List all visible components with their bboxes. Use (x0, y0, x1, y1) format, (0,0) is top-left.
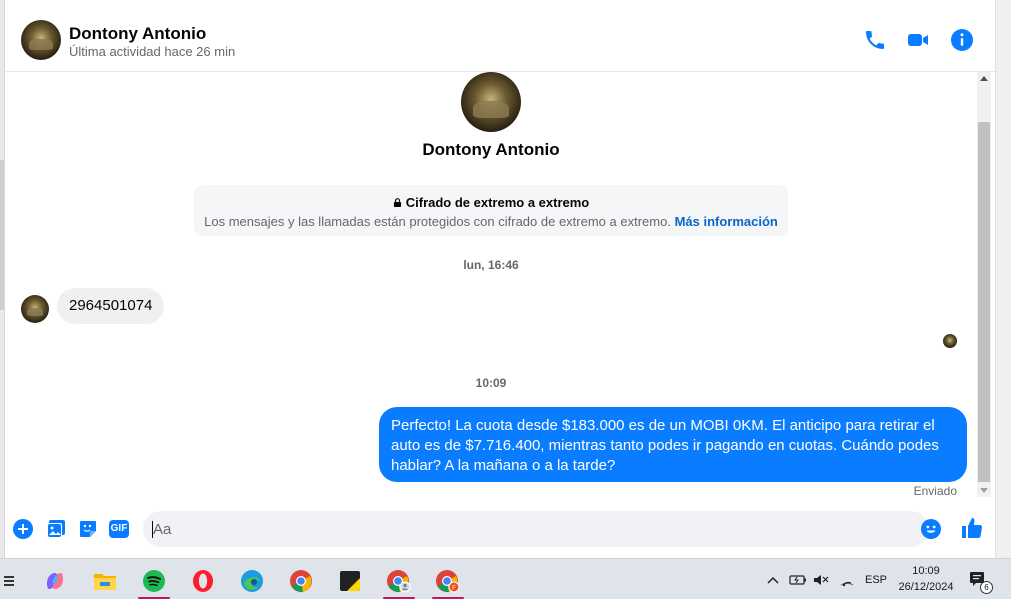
incoming-message[interactable]: 2964501074 (57, 288, 165, 324)
messenger-window: Dontony Antonio Última actividad hace 26… (0, 0, 1011, 599)
battery-icon[interactable] (789, 559, 807, 599)
chrome-icon[interactable] (281, 563, 321, 599)
profile-avatar[interactable] (461, 72, 521, 132)
conversation-header: Dontony Antonio Última actividad hace 26… (6, 8, 995, 72)
left-scroll-thumb[interactable] (0, 160, 4, 310)
chrome-profile-2-icon[interactable]: F (428, 563, 468, 599)
windows-taskbar: F ESP 10:09 26/12/2024 6 (0, 558, 1011, 599)
show-hidden-icons-icon[interactable] (766, 559, 780, 599)
sticky-notes-icon[interactable] (330, 563, 370, 599)
encryption-description-text: Los mensajes y las llamadas están proteg… (204, 214, 671, 229)
task-view-icon[interactable] (0, 563, 30, 599)
profile-name[interactable]: Dontony Antonio (6, 140, 976, 160)
scroll-down-arrow-icon[interactable] (980, 488, 988, 493)
message-input[interactable] (143, 511, 929, 547)
header-avatar[interactable] (21, 20, 61, 60)
phone-icon[interactable] (863, 28, 887, 52)
volume-muted-icon[interactable] (813, 559, 829, 599)
scroll-up-arrow-icon[interactable] (980, 76, 988, 81)
video-icon[interactable] (906, 28, 930, 52)
language-indicator[interactable]: ESP (865, 559, 887, 599)
thumbs-up-icon[interactable] (960, 516, 984, 540)
clock-time: 10:09 (912, 565, 940, 577)
encryption-title: Cifrado de extremo a extremo (194, 195, 788, 210)
more-info-link[interactable]: Más información (675, 214, 778, 229)
contact-name[interactable]: Dontony Antonio (69, 24, 206, 44)
message-list[interactable]: Dontony Antonio Cifrado de extremo a ext… (6, 72, 976, 502)
edge-icon[interactable] (232, 563, 272, 599)
left-scroll-strip (0, 0, 5, 558)
system-clock[interactable]: 10:09 26/12/2024 (888, 563, 964, 595)
sender-avatar[interactable] (21, 295, 49, 323)
notification-count-badge: 6 (980, 581, 993, 594)
outgoing-message[interactable]: Perfecto! La cuota desde $183.000 es de … (379, 407, 967, 482)
timestamp-divider: lun, 16:46 (463, 258, 519, 272)
chat-scrollbar-thumb[interactable] (978, 122, 990, 482)
encryption-description: Los mensajes y las llamadas están proteg… (194, 214, 788, 229)
copilot-icon[interactable] (35, 563, 75, 599)
wifi-icon[interactable] (839, 559, 855, 599)
seen-indicator-avatar (943, 334, 957, 348)
encryption-title-text: Cifrado de extremo a extremo (405, 195, 590, 210)
plus-icon[interactable] (13, 519, 33, 539)
svg-text:F: F (452, 586, 456, 592)
chrome-profile-icon[interactable] (379, 563, 419, 599)
gif-icon[interactable]: GIF (109, 520, 129, 538)
right-edge-strip (995, 0, 1011, 558)
last-active-status: Última actividad hace 26 min (69, 44, 236, 59)
info-icon[interactable] (950, 28, 974, 52)
sent-status: Enviado (913, 484, 957, 498)
emoji-icon[interactable] (921, 519, 941, 539)
timestamp-divider-2: 10:09 (475, 376, 507, 390)
sticker-icon[interactable] (78, 519, 98, 539)
text-caret (152, 521, 153, 538)
chat-scrollbar[interactable] (977, 72, 991, 497)
spotify-icon[interactable] (134, 563, 174, 599)
encryption-notice: Cifrado de extremo a extremo Los mensaje… (194, 185, 788, 236)
clock-date: 26/12/2024 (898, 581, 954, 593)
message-composer: GIF (6, 502, 995, 558)
file-explorer-icon[interactable] (85, 563, 125, 599)
opera-icon[interactable] (183, 563, 223, 599)
photo-icon[interactable] (46, 519, 66, 539)
lock-icon (393, 198, 401, 207)
